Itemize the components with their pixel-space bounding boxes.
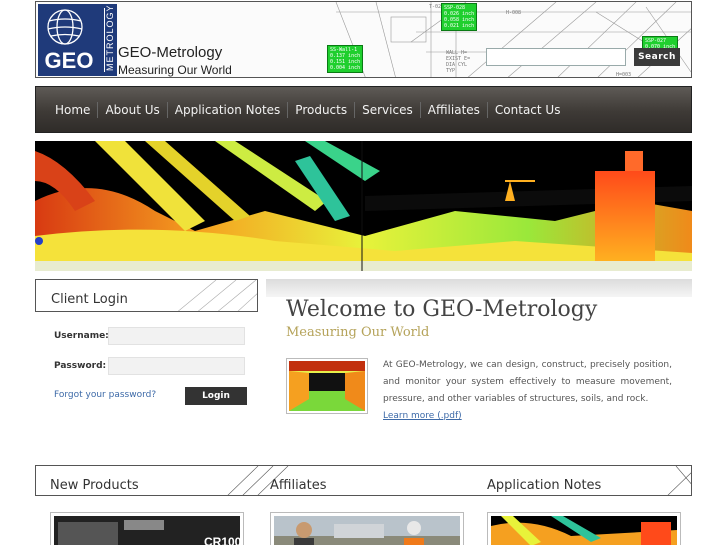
username-label: Username: [54,331,109,341]
username-field[interactable] [108,327,245,345]
nav-item-products[interactable]: Products [287,102,354,118]
welcome-title: Welcome to GEO-Metrology [286,297,598,322]
learn-more-link[interactable]: Learn more (.pdf) [383,411,462,421]
measurement-tag: SS-Wall-1 0.137 inch 0.151 inch 0.004 inch [327,45,364,73]
new-product-image[interactable]: CR1000 [50,512,244,545]
client-login-header: Client Login [35,279,258,312]
hero-banner-image [35,141,692,271]
affiliates-image[interactable] [270,512,464,545]
svg-text:H-008: H-008 [506,10,521,16]
brand-name: GEO-Metrology [118,44,223,61]
application-notes-title: Application Notes [487,478,602,493]
logo[interactable]: GEO METROLOGY [38,4,117,76]
nav-item-affiliates[interactable]: Affiliates [419,102,487,118]
application-notes-image[interactable] [487,512,681,545]
affiliates-title: Affiliates [270,478,327,493]
password-label: Password: [54,361,107,371]
page: T-020 H-008 WALL H= EXIST E= DIA CYL TYP… [0,0,727,545]
nav-item-application-notes[interactable]: Application Notes [166,102,288,118]
welcome-header-bar [266,279,692,297]
welcome-body-text: At GEO-Metrology, we can design, constru… [383,360,672,404]
brand-tagline: Measuring Our World [118,63,232,77]
nav-item-contact-us[interactable]: Contact Us [486,102,568,118]
product-label: CR1000 [204,535,240,545]
search-input[interactable] [486,48,626,66]
measurement-tag: SSP-028 0.026 inch 0.058 inch 0.021 inch [441,3,478,31]
welcome-subtitle: Measuring Our World [286,325,430,340]
client-login-title: Client Login [51,292,128,307]
welcome-thumbnail-image[interactable] [286,358,368,414]
svg-text:TYP: TYP [446,68,455,74]
svg-text:H=003: H=003 [616,72,631,78]
nav-item-home[interactable]: Home [48,102,97,118]
nav-item-about-us[interactable]: About Us [97,102,166,118]
nav-item-services[interactable]: Services [354,102,420,118]
logo-vertical-text: METROLOGY [104,4,115,72]
logo-text: GEO [42,48,96,74]
main-nav: Home About Us Application Notes Products… [35,86,692,133]
site-header: T-020 H-008 WALL H= EXIST E= DIA CYL TYP… [35,1,692,78]
globe-icon [47,9,83,45]
login-button[interactable]: Login [185,387,247,405]
forgot-password-link[interactable]: Forgot your password? [54,390,156,400]
new-products-title: New Products [50,478,139,493]
search-button[interactable]: Search [634,48,680,66]
password-field[interactable] [108,357,245,375]
